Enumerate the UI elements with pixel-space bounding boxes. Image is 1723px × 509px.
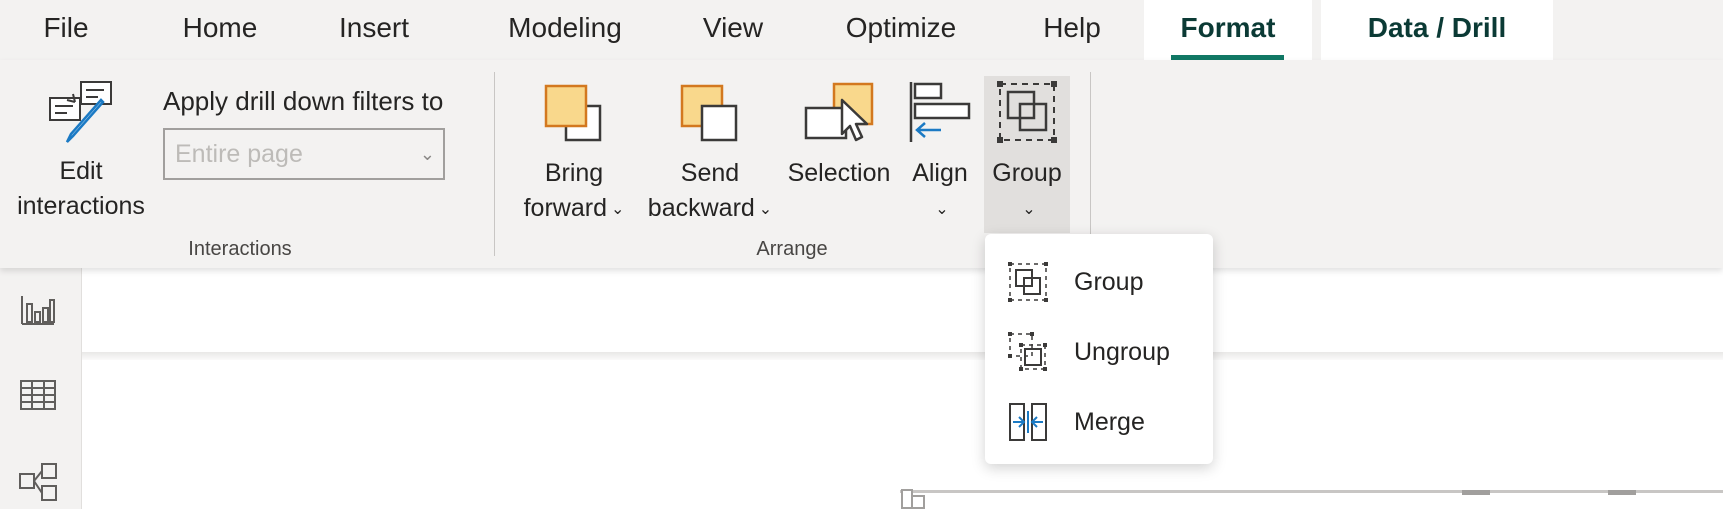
bring-forward-icon [544, 84, 602, 142]
ribbon-group-divider [1090, 72, 1091, 256]
selection-button[interactable]: Selection [782, 80, 896, 191]
tab-home[interactable]: Home [165, 0, 275, 60]
merge-icon [1009, 403, 1047, 441]
apply-drill-filters-value: Entire page [175, 140, 303, 168]
send-backward-label-1: Send [680, 159, 740, 187]
group-dropdown-menu: Group Ungroup Merge [985, 234, 1213, 464]
chevron-down-icon: ⌄ [935, 200, 949, 218]
chevron-down-icon: ⌄ [610, 200, 625, 218]
table-view-icon[interactable] [18, 378, 58, 412]
ungroup-icon [1008, 332, 1047, 371]
group-button[interactable]: Group ⌄ [984, 80, 1070, 227]
visual-resize-handle-icon[interactable] [900, 488, 926, 509]
menu-item-merge[interactable]: Merge [985, 387, 1213, 457]
visual-resize-handle[interactable] [1462, 490, 1490, 495]
ribbon-tab-bar: File Home Insert Modeling View Optimize … [0, 0, 1723, 60]
send-backward-button[interactable]: Send backward ⌄ [640, 80, 780, 227]
selection-label: Selection [787, 159, 891, 187]
group-icon [997, 81, 1057, 143]
apply-drill-filters-label: Apply drill down filters to [163, 86, 444, 116]
bring-forward-label-1: Bring [544, 159, 604, 187]
tab-format[interactable]: Format [1144, 0, 1312, 60]
model-view-icon[interactable] [18, 462, 60, 502]
bring-forward-label-2: forward [523, 194, 607, 222]
visual-resize-handle[interactable] [1608, 490, 1636, 495]
edit-interactions-icon [49, 81, 112, 143]
align-icon [909, 82, 971, 142]
send-backward-label-2: backward [647, 194, 755, 222]
chevron-down-icon: ⌄ [758, 200, 773, 218]
tab-optimize[interactable]: Optimize [830, 0, 972, 60]
tab-view[interactable]: View [692, 0, 774, 60]
tab-file[interactable]: File [28, 0, 104, 60]
report-canvas[interactable] [82, 360, 1723, 509]
menu-item-group-label: Group [1074, 268, 1144, 296]
edit-interactions-label-2: interactions [17, 192, 145, 220]
menu-item-merge-label: Merge [1074, 408, 1145, 436]
group-label: Group [992, 159, 1062, 187]
selection-pane-icon [804, 82, 874, 142]
arrange-group-label: Arrange [756, 238, 828, 260]
tab-data-drill[interactable]: Data / Drill [1321, 0, 1553, 60]
align-button[interactable]: Align ⌄ [902, 80, 978, 227]
edit-interactions-label-1: Edit [59, 157, 103, 185]
tab-format-label: Format [1180, 12, 1276, 43]
ribbon-group-divider [494, 72, 495, 256]
visual-container-edge[interactable] [900, 490, 1723, 493]
bring-forward-button[interactable]: Bring forward ⌄ [514, 80, 634, 227]
chevron-down-icon: ⌄ [1022, 200, 1036, 218]
report-view-icon[interactable] [18, 292, 58, 328]
chevron-down-icon: ⌄ [419, 144, 435, 164]
apply-drill-filters-select[interactable]: Entire page ⌄ [163, 128, 445, 180]
tab-insert[interactable]: Insert [323, 0, 425, 60]
edit-interactions-button[interactable]: Edit interactions [8, 76, 154, 224]
tab-modeling[interactable]: Modeling [480, 0, 650, 60]
ribbon: Edit interactions Apply drill down filte… [0, 60, 1723, 268]
menu-item-group[interactable]: Group [985, 247, 1213, 317]
tab-help[interactable]: Help [1030, 0, 1114, 60]
view-switcher-rail [0, 268, 82, 509]
menu-item-ungroup[interactable]: Ungroup [985, 317, 1213, 387]
interactions-group-label: Interactions [188, 238, 292, 260]
align-label: Align [912, 159, 968, 187]
group-icon [1008, 262, 1048, 302]
report-canvas-header [82, 268, 1723, 356]
send-backward-icon [680, 84, 738, 142]
menu-item-ungroup-label: Ungroup [1074, 338, 1170, 366]
